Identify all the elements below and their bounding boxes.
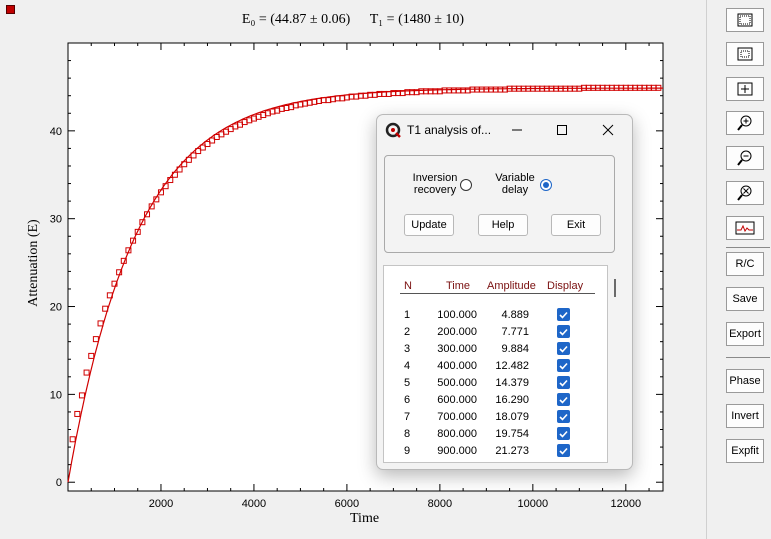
row-amplitude: 19.754	[495, 428, 529, 440]
table-row[interactable]: 8 800.000 19.754	[384, 426, 607, 443]
inversion-recovery-radio[interactable]	[460, 179, 472, 191]
phase-button[interactable]: Phase	[726, 369, 764, 393]
y-tick-label: 40	[50, 126, 62, 138]
table-row[interactable]: 5 500.000 14.379	[384, 375, 607, 392]
y-tick-label: 10	[50, 389, 62, 401]
row-amplitude: 12.482	[495, 360, 529, 372]
row-amplitude: 16.290	[495, 394, 529, 406]
expfit-button[interactable]: Expfit	[726, 439, 764, 463]
display-checkbox[interactable]	[557, 427, 570, 440]
row-amplitude: 21.273	[495, 445, 529, 457]
x-tick-label: 12000	[611, 498, 642, 510]
app-logo-icon	[385, 122, 401, 138]
help-button[interactable]: Help	[478, 214, 528, 236]
table-row[interactable]: 6 600.000 16.290	[384, 392, 607, 409]
x-tick-label: 6000	[335, 498, 359, 510]
table-row[interactable]: 7 700.000 18.079	[384, 409, 607, 426]
close-button[interactable]	[594, 119, 622, 141]
row-amplitude: 4.889	[501, 309, 529, 321]
zoom-reset-button[interactable]	[726, 181, 764, 205]
row-amplitude: 9.884	[501, 343, 529, 355]
invert-button[interactable]: Invert	[726, 404, 764, 428]
x-tick-label: 10000	[518, 498, 549, 510]
table-scrollbar[interactable]	[614, 279, 616, 297]
zoom-in-button[interactable]	[726, 111, 764, 135]
display-checkbox[interactable]	[557, 376, 570, 389]
y-tick-label: 0	[56, 477, 62, 489]
toolbar-separator	[726, 357, 770, 358]
row-amplitude: 14.379	[495, 377, 529, 389]
checkmark-icon	[559, 447, 568, 455]
checkmark-icon	[559, 413, 568, 421]
data-table[interactable]: N Time Amplitude Display 1 100.000 4.889 2 2…	[383, 265, 608, 463]
display-checkbox[interactable]	[557, 342, 570, 355]
save-button[interactable]: Save	[726, 287, 764, 311]
minimize-icon	[512, 129, 522, 131]
zoom-reset-icon	[737, 185, 752, 201]
table-row[interactable]: 9 900.000 21.273	[384, 443, 607, 460]
table-row[interactable]: 1 100.000 4.889	[384, 307, 607, 324]
header-divider	[400, 293, 595, 294]
options-group: Inversion recovery Variable delay Update…	[384, 155, 615, 253]
zoom-out-button[interactable]	[726, 146, 764, 170]
row-amplitude: 18.079	[495, 411, 529, 423]
x-tick-label: 4000	[242, 498, 266, 510]
right-toolbar: R/C Save Export Phase Invert Expfit	[706, 0, 771, 539]
table-row[interactable]: 4 400.000 12.482	[384, 358, 607, 375]
checkmark-icon	[559, 311, 568, 319]
table-row[interactable]: 2 200.000 7.771	[384, 324, 607, 341]
y-tick-label: 20	[50, 302, 62, 314]
maximize-icon	[557, 125, 567, 135]
exit-button[interactable]: Exit	[551, 214, 601, 236]
t1-analysis-dialog[interactable]: T1 analysis of... Inversion recovery Var…	[376, 114, 633, 470]
zoom-box-icon	[737, 82, 753, 96]
close-icon	[602, 124, 614, 136]
spectrum-view-button[interactable]	[726, 216, 764, 240]
column-header-n: N	[404, 280, 412, 292]
maximize-button[interactable]	[548, 119, 576, 141]
radio-selected-dot	[543, 182, 549, 188]
rc-button[interactable]: R/C	[726, 252, 764, 276]
table-row[interactable]: 3 300.000 9.884	[384, 341, 607, 358]
x-axis-title: Time	[350, 511, 380, 526]
zoom-box-button[interactable]	[726, 77, 764, 101]
update-button[interactable]: Update	[404, 214, 454, 236]
variable-delay-label: Variable delay	[495, 172, 535, 196]
variable-delay-radio[interactable]	[540, 179, 552, 191]
select-region-button[interactable]	[726, 42, 764, 66]
dialog-title: T1 analysis of...	[407, 123, 492, 137]
x-tick-label: 2000	[149, 498, 173, 510]
display-checkbox[interactable]	[557, 444, 570, 457]
select-all-icon	[737, 13, 753, 27]
checkmark-icon	[559, 430, 568, 438]
display-checkbox[interactable]	[557, 325, 570, 338]
export-button[interactable]: Export	[726, 322, 764, 346]
display-checkbox[interactable]	[557, 308, 570, 321]
column-header-display: Display	[547, 280, 584, 292]
inversion-recovery-label: Inversion recovery	[412, 172, 458, 196]
y-axis-title: Attenuation (E)	[26, 219, 41, 307]
checkmark-icon	[559, 396, 568, 404]
row-amplitude: 7.771	[501, 326, 529, 338]
checkmark-icon	[559, 345, 568, 353]
x-tick-label: 8000	[428, 498, 452, 510]
zoom-in-icon	[737, 115, 752, 131]
checkmark-icon	[559, 328, 568, 336]
display-checkbox[interactable]	[557, 410, 570, 423]
spectrum-view-icon	[735, 221, 755, 235]
select-all-button[interactable]	[726, 8, 764, 32]
zoom-out-icon	[737, 150, 752, 166]
column-header-amplitude: Amplitude	[487, 280, 536, 292]
column-header-time: Time	[446, 280, 471, 292]
toolbar-separator	[726, 247, 770, 248]
checkmark-icon	[559, 362, 568, 370]
minimize-button[interactable]	[503, 119, 531, 141]
y-tick-label: 30	[50, 214, 62, 226]
display-checkbox[interactable]	[557, 393, 570, 406]
display-checkbox[interactable]	[557, 359, 570, 372]
checkmark-icon	[559, 379, 568, 387]
select-region-icon	[737, 47, 753, 61]
